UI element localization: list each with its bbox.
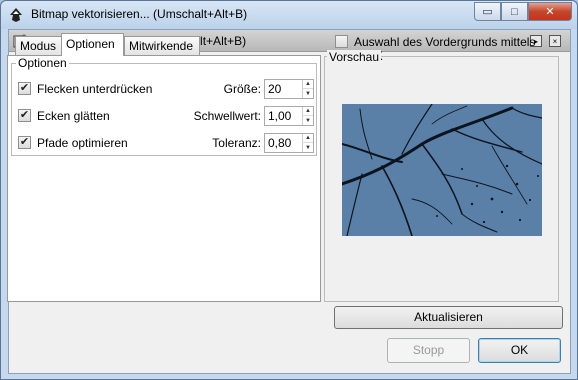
threshold-increment-button[interactable]: ▲ (302, 107, 313, 116)
suppress-speckles-label: Flecken unterdrücken (37, 82, 153, 96)
close-icon: ✕ (545, 6, 555, 18)
tab-modus[interactable]: Modus (15, 36, 62, 56)
update-preview-button[interactable]: Aktualisieren (334, 306, 563, 329)
window-title: Bitmap vektorisieren... (Umschalt+Alt+B) (31, 7, 248, 21)
size-increment-button[interactable]: ▲ (302, 80, 313, 89)
size-label: Größe: (223, 82, 261, 96)
tolerance-spinbox: ▲ ▼ (264, 133, 314, 153)
ok-button[interactable]: OK (478, 338, 561, 363)
check-icon: ✔ (19, 109, 30, 121)
tolerance-decrement-button[interactable]: ▼ (302, 143, 313, 152)
maximize-button[interactable]: □ (501, 2, 528, 21)
size-spinbox: ▲ ▼ (264, 79, 314, 99)
check-icon: ✔ (19, 82, 30, 94)
arrow-up-icon: ▲ (305, 81, 311, 87)
arrow-up-icon: ▲ (305, 108, 311, 114)
smooth-corners-checkbox[interactable]: ✔ (18, 109, 31, 122)
dialog-window: Bitmap vektorisieren... (Umschalt+Alt+B)… (0, 0, 578, 380)
maximize-icon: □ (511, 5, 518, 18)
optimize-paths-label: Pfade optimieren (37, 136, 128, 150)
options-panel: Optionen ✔ Flecken unterdrücken Größe: ▲… (7, 55, 321, 302)
threshold-spinbox: ▲ ▼ (264, 106, 314, 126)
preview-label: Vorschau (327, 50, 382, 64)
options-group: Optionen ✔ Flecken unterdrücken Größe: ▲… (11, 56, 317, 156)
tolerance-label: Toleranz: (212, 136, 261, 150)
inkscape-icon (10, 8, 22, 22)
arrow-down-icon: ▼ (305, 144, 311, 151)
threshold-input[interactable] (265, 107, 303, 125)
tolerance-input[interactable] (265, 134, 303, 152)
option-row-corners: ✔ Ecken glätten Schwellwert: ▲ ▼ (18, 106, 316, 126)
stop-button[interactable]: Stopp (387, 338, 470, 363)
minimize-icon: ▭ (482, 6, 493, 18)
tab-optionen[interactable]: Optionen (61, 33, 124, 56)
arrow-down-icon: ▼ (305, 90, 311, 97)
preview-image (342, 104, 542, 236)
size-input[interactable] (265, 80, 303, 98)
preview-group: Vorschau Aktualisieren (324, 50, 563, 329)
threshold-label: Schwellwert: (193, 109, 261, 123)
tab-mitwirkende[interactable]: Mitwirkende (124, 36, 200, 56)
tolerance-increment-button[interactable]: ▲ (302, 134, 313, 143)
check-icon: ✔ (19, 136, 30, 148)
option-row-paths: ✔ Pfade optimieren Toleranz: ▲ ▼ (18, 133, 316, 153)
title-bar[interactable]: Bitmap vektorisieren... (Umschalt+Alt+B)… (1, 1, 577, 29)
arrow-down-icon: ▼ (305, 117, 311, 124)
siox-option: Auswahl des Vordergrunds mittels SIOX (327, 34, 561, 63)
option-row-speckles: ✔ Flecken unterdrücken Größe: ▲ ▼ (18, 79, 316, 99)
close-button[interactable]: ✕ (528, 2, 572, 21)
arrow-up-icon: ▲ (305, 135, 311, 141)
smooth-corners-label: Ecken glätten (37, 109, 110, 123)
size-decrement-button[interactable]: ▼ (302, 89, 313, 98)
suppress-speckles-checkbox[interactable]: ✔ (18, 82, 31, 95)
optimize-paths-checkbox[interactable]: ✔ (18, 136, 31, 149)
siox-checkbox[interactable] (335, 35, 348, 48)
threshold-decrement-button[interactable]: ▼ (302, 116, 313, 125)
options-group-label: Optionen (16, 56, 69, 70)
minimize-button[interactable]: ▭ (474, 2, 501, 21)
